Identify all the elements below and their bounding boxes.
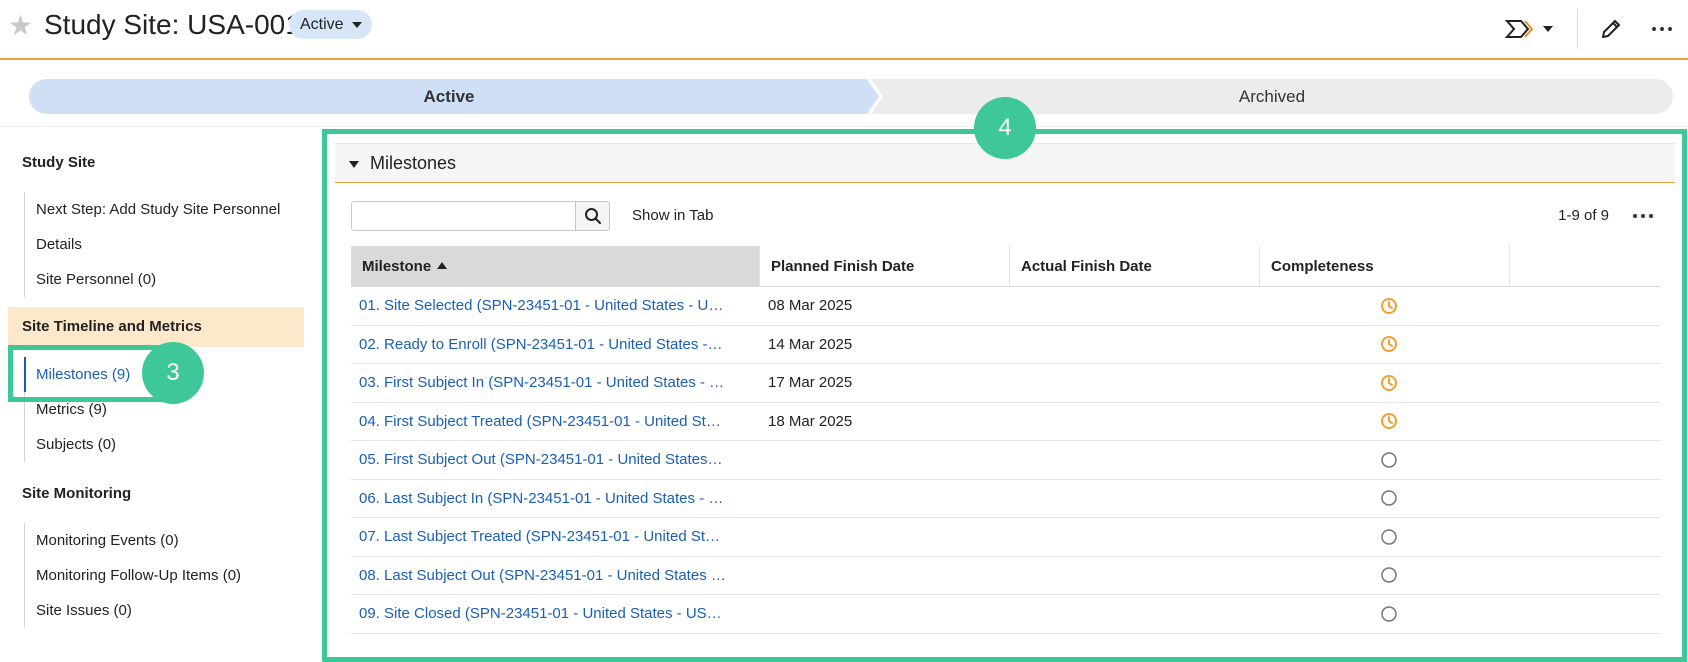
stage-active-label: Active xyxy=(423,87,475,106)
sidebar-section-study-site[interactable]: Study Site xyxy=(22,154,95,171)
sidebar-item-next-step[interactable]: Next Step: Add Study Site Personnel xyxy=(25,192,280,227)
workflow-button[interactable] xyxy=(1505,19,1553,39)
sidebar-item-site-personnel[interactable]: Site Personnel (0) xyxy=(25,262,280,297)
header-actions xyxy=(1505,0,1688,58)
status-label: Active xyxy=(300,16,344,33)
chevron-down-icon xyxy=(1543,26,1553,32)
chevron-down-icon xyxy=(351,21,362,28)
record-header: ★ Study Site: USA-001 Active xyxy=(0,0,1688,60)
sidebar-item-monitoring-events[interactable]: Monitoring Events (0) xyxy=(25,523,241,558)
status-dropdown[interactable]: Active xyxy=(289,10,372,39)
page-title: Study Site: USA-001 xyxy=(44,9,301,40)
annotation-badge-4: 4 xyxy=(974,97,1036,159)
sidebar-section-site-monitoring[interactable]: Site Monitoring xyxy=(22,485,131,502)
more-horizontal-icon[interactable] xyxy=(1652,27,1672,31)
star-icon[interactable]: ★ xyxy=(8,12,36,40)
header-divider xyxy=(1577,9,1578,49)
sidebar-item-subjects[interactable]: Subjects (0) xyxy=(25,427,130,462)
workflow-icon xyxy=(1505,20,1534,38)
sidebar-group-study-site: Next Step: Add Study Site Personnel Deta… xyxy=(24,192,280,297)
pencil-icon[interactable] xyxy=(1600,18,1622,40)
annotation-box-3 xyxy=(8,345,162,402)
sidebar-group-site-monitoring: Monitoring Events (0) Monitoring Follow-… xyxy=(24,523,241,628)
sidebar-item-monitoring-follow-up[interactable]: Monitoring Follow-Up Items (0) xyxy=(25,558,241,593)
annotation-box-4 xyxy=(322,129,1687,662)
annotation-badge-3: 3 xyxy=(142,342,204,404)
sidebar-section-site-timeline[interactable]: Site Timeline and Metrics xyxy=(8,307,304,347)
sidebar-item-details[interactable]: Details xyxy=(25,227,280,262)
sidebar-item-site-issues[interactable]: Site Issues (0) xyxy=(25,593,241,628)
lifecycle-stage-bar: Active Archived xyxy=(29,79,1673,114)
